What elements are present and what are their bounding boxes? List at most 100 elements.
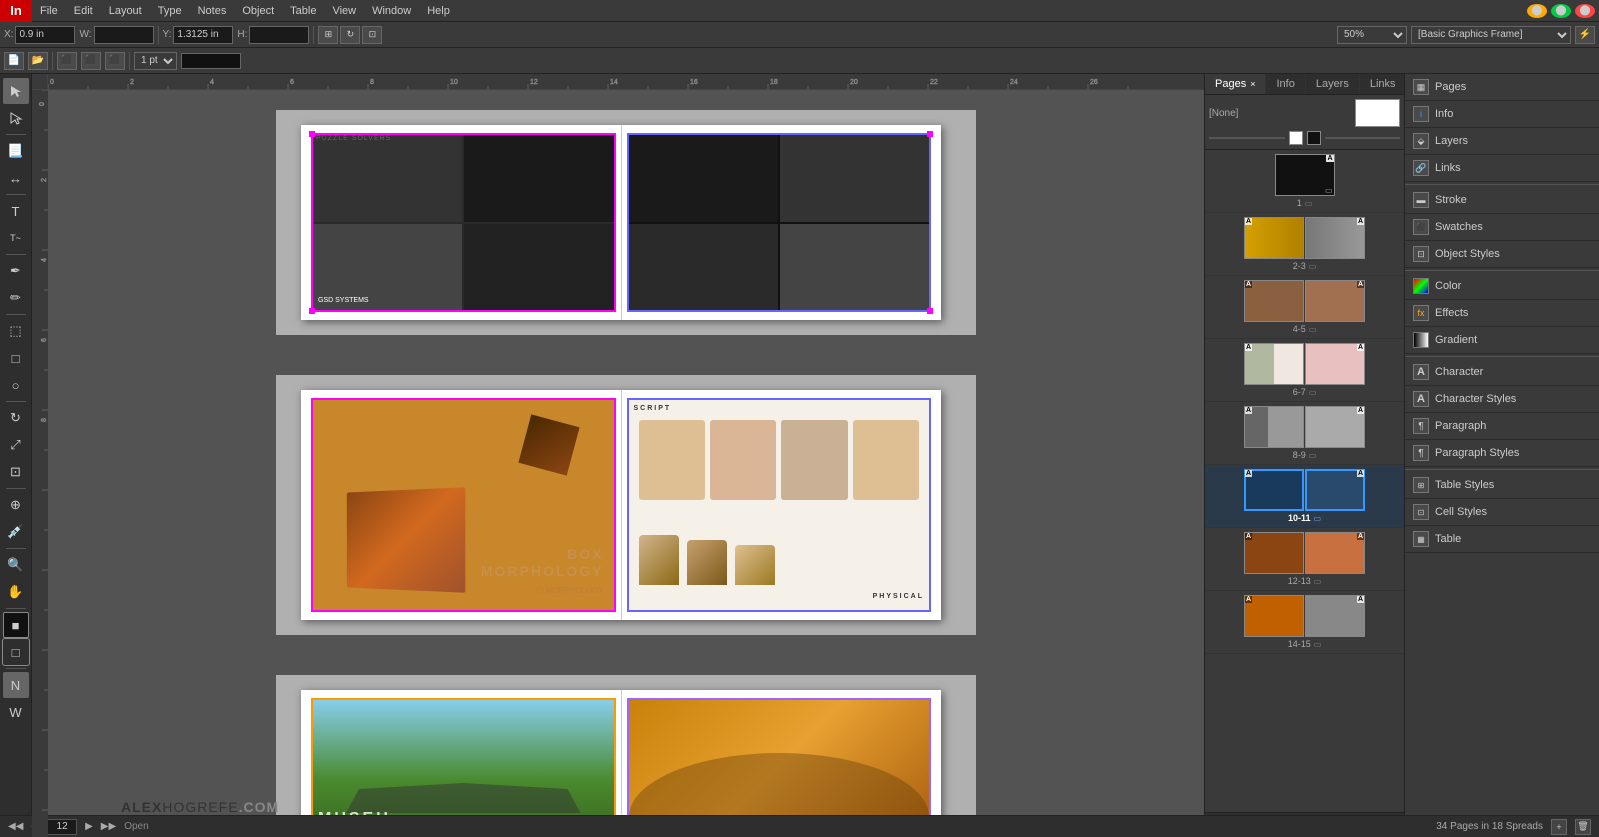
- rect-tool[interactable]: □: [3, 345, 29, 371]
- normal-mode[interactable]: N: [3, 672, 29, 698]
- preview-mode[interactable]: W: [3, 699, 29, 725]
- transform-tool[interactable]: ⊕: [3, 492, 29, 518]
- y-input[interactable]: [173, 26, 233, 44]
- table-icon: ▦: [1413, 531, 1429, 547]
- type-tool[interactable]: T: [3, 198, 29, 224]
- close-btn[interactable]: ⬤: [1575, 4, 1595, 18]
- styles-character-styles[interactable]: A Character Styles: [1405, 386, 1599, 413]
- type-path-tool[interactable]: T~: [3, 225, 29, 251]
- styles-pages[interactable]: ▦ Pages: [1405, 74, 1599, 101]
- styles-swatches[interactable]: ⬛ Swatches: [1405, 214, 1599, 241]
- pencil-tool[interactable]: ✏: [3, 285, 29, 311]
- menu-help[interactable]: Help: [419, 0, 458, 21]
- w-input[interactable]: [94, 26, 154, 44]
- rotate-btn[interactable]: ↻: [340, 26, 360, 44]
- info-icon: i: [1413, 106, 1429, 122]
- styles-effects[interactable]: fx Effects: [1405, 300, 1599, 327]
- badge-a-right-45: A: [1357, 281, 1364, 288]
- direct-select-tool[interactable]: [3, 105, 29, 131]
- styles-links[interactable]: 🔗 Links: [1405, 155, 1599, 182]
- new-doc-btn[interactable]: 📄: [4, 52, 24, 70]
- spread-6-7-section[interactable]: A A 6-7 ▭: [1205, 339, 1404, 402]
- align-center-btn[interactable]: ⬛: [81, 52, 101, 70]
- scale-tool[interactable]: ⤢: [3, 432, 29, 458]
- badge-a-left-89: A: [1245, 407, 1252, 414]
- style-select[interactable]: [Basic Graphics Frame]: [1411, 26, 1571, 44]
- styles-paragraph[interactable]: ¶ Paragraph: [1405, 413, 1599, 440]
- tab-info[interactable]: Info: [1266, 74, 1305, 94]
- shear-btn[interactable]: ⊡: [362, 26, 382, 44]
- menu-type[interactable]: Type: [150, 0, 190, 21]
- handle-tr[interactable]: [927, 131, 933, 137]
- styles-gradient[interactable]: Gradient: [1405, 327, 1599, 354]
- menu-notes[interactable]: Notes: [190, 0, 235, 21]
- h-input[interactable]: [249, 26, 309, 44]
- fill-color[interactable]: ■: [3, 612, 29, 638]
- rect-frame-tool[interactable]: ⬚: [3, 318, 29, 344]
- styles-layers[interactable]: ⬙ Layers: [1405, 128, 1599, 155]
- svg-text:20: 20: [850, 79, 858, 86]
- page-8-thumb: [1244, 406, 1304, 448]
- spread-12-13-section[interactable]: A A 12-13 ▭: [1205, 528, 1404, 591]
- ellipse-tool[interactable]: ○: [3, 372, 29, 398]
- zoom-tool[interactable]: 🔍: [3, 552, 29, 578]
- handle-tl[interactable]: [309, 131, 315, 137]
- page-2-wrap: A: [1244, 217, 1304, 259]
- next-page-btn[interactable]: ▶▶: [101, 821, 116, 832]
- align-left-btn[interactable]: ⬛: [57, 52, 77, 70]
- styles-table-styles[interactable]: ⊞ Table Styles: [1405, 472, 1599, 499]
- eyedropper-tool[interactable]: 💉: [3, 519, 29, 545]
- menu-edit[interactable]: Edit: [66, 0, 101, 21]
- new-page-status-btn[interactable]: +: [1551, 819, 1567, 835]
- page-tool[interactable]: 📃: [3, 138, 29, 164]
- close-pages-tab[interactable]: ×: [1250, 79, 1255, 89]
- menu-object[interactable]: Object: [234, 0, 282, 21]
- styles-object-styles[interactable]: ⊡ Object Styles: [1405, 241, 1599, 268]
- canvas-area[interactable]: 0 2 4 6 8 10 12 14: [32, 74, 1204, 837]
- styles-color[interactable]: Color: [1405, 273, 1599, 300]
- menu-window[interactable]: Window: [364, 0, 419, 21]
- pen-tool[interactable]: ✒: [3, 258, 29, 284]
- handle-br[interactable]: [927, 308, 933, 314]
- tab-links[interactable]: Links: [1360, 74, 1407, 94]
- tab-pages[interactable]: Pages ×: [1205, 74, 1266, 94]
- delete-page-status-btn[interactable]: 🗑: [1575, 819, 1591, 835]
- select-tool[interactable]: [3, 78, 29, 104]
- stroke-weight-select[interactable]: 1 pt: [134, 52, 177, 70]
- prev-page-btn[interactable]: ◀◀: [8, 821, 23, 832]
- lightning-btn[interactable]: ⚡: [1575, 26, 1595, 44]
- menu-file[interactable]: File: [32, 0, 66, 21]
- styles-paragraph-styles[interactable]: ¶ Paragraph Styles: [1405, 440, 1599, 467]
- styles-character[interactable]: A Character: [1405, 359, 1599, 386]
- align-right-btn[interactable]: ⬛: [105, 52, 125, 70]
- stroke-color[interactable]: □: [3, 639, 29, 665]
- styles-info[interactable]: i Info: [1405, 101, 1599, 128]
- spread-8-9-section[interactable]: A A 8-9 ▭: [1205, 402, 1404, 465]
- transform-btn[interactable]: ⊞: [318, 26, 338, 44]
- page-1-container[interactable]: A ▭: [1275, 154, 1335, 196]
- next-btn[interactable]: ▶: [85, 821, 93, 832]
- spread-10-11-section[interactable]: A A 10-11 ▭: [1205, 465, 1404, 528]
- spread-14-15-section[interactable]: A A 14-15 ▭: [1205, 591, 1404, 654]
- spread-2-3-section[interactable]: A A 2-3 ▭: [1205, 213, 1404, 276]
- menu-table[interactable]: Table: [282, 0, 324, 21]
- styles-stroke[interactable]: ▬ Stroke: [1405, 187, 1599, 214]
- gap-tool[interactable]: ↔: [3, 165, 29, 191]
- menu-view[interactable]: View: [324, 0, 364, 21]
- zoom-select[interactable]: 50% 100%: [1337, 26, 1407, 44]
- rotate-tool[interactable]: ↻: [3, 405, 29, 431]
- page-number-input[interactable]: [47, 819, 77, 835]
- hand-tool[interactable]: ✋: [3, 579, 29, 605]
- handle-bl[interactable]: [309, 308, 315, 314]
- tab-layers[interactable]: Layers: [1306, 74, 1360, 94]
- styles-cell-styles[interactable]: ⊡ Cell Styles: [1405, 499, 1599, 526]
- shear-tool[interactable]: ⊡: [3, 459, 29, 485]
- styles-panel: ▦ Pages i Info ⬙ Layers 🔗 Links ▬ Stroke…: [1404, 74, 1599, 837]
- maximize-btn[interactable]: ⬤: [1551, 4, 1571, 18]
- styles-table[interactable]: ▦ Table: [1405, 526, 1599, 553]
- x-input[interactable]: [15, 26, 75, 44]
- spread-4-5-section[interactable]: A A 4-5 ▭: [1205, 276, 1404, 339]
- menu-layout[interactable]: Layout: [101, 0, 150, 21]
- minimize-btn[interactable]: ⬤: [1527, 4, 1547, 18]
- open-btn[interactable]: 📂: [28, 52, 48, 70]
